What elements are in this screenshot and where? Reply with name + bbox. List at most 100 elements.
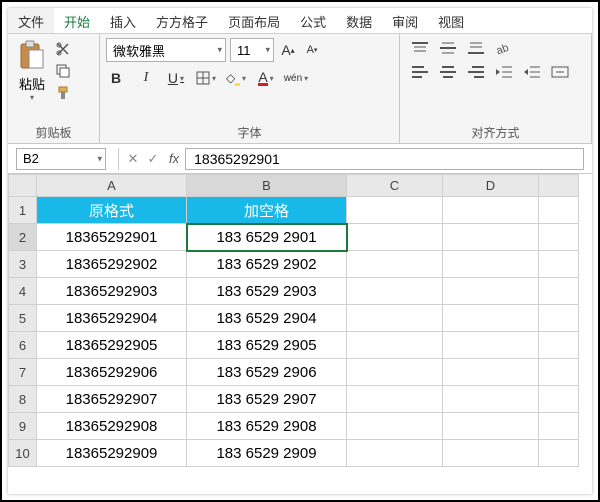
cell[interactable] [443, 359, 539, 386]
cell[interactable] [347, 440, 443, 467]
col-header-e[interactable] [539, 175, 579, 197]
cell[interactable] [347, 359, 443, 386]
decrease-indent-button[interactable] [494, 64, 514, 80]
tab-formulas[interactable]: 公式 [290, 8, 336, 33]
row-header[interactable]: 9 [9, 413, 37, 440]
cell[interactable]: 18365292902 [37, 251, 187, 278]
cell[interactable]: 183 6529 2909 [187, 440, 347, 467]
cell[interactable] [347, 386, 443, 413]
cell[interactable] [539, 305, 579, 332]
cell[interactable]: 18365292906 [37, 359, 187, 386]
cell[interactable] [443, 413, 539, 440]
cell[interactable]: 18365292904 [37, 305, 187, 332]
cell[interactable] [347, 305, 443, 332]
row-header[interactable]: 8 [9, 386, 37, 413]
copy-button[interactable] [54, 62, 72, 80]
worksheet-grid[interactable]: A B C D 1 原格式 加空格 2 18365292901 183 6529… [8, 174, 592, 494]
col-header-a[interactable]: A [37, 175, 187, 197]
phonetic-button[interactable]: wén [286, 68, 306, 88]
cell[interactable] [443, 278, 539, 305]
cell[interactable] [539, 332, 579, 359]
tab-data[interactable]: 数据 [336, 8, 382, 33]
underline-button[interactable]: U [166, 68, 186, 88]
cell[interactable]: 加空格 [187, 197, 347, 224]
cell[interactable]: 183 6529 2906 [187, 359, 347, 386]
row-header[interactable]: 2 [9, 224, 37, 251]
merge-button[interactable] [550, 64, 570, 80]
tab-view[interactable]: 视图 [428, 8, 474, 33]
align-right-button[interactable] [466, 64, 486, 80]
cancel-fx-button[interactable]: ✕ [123, 151, 143, 167]
row-header[interactable]: 5 [9, 305, 37, 332]
align-left-button[interactable] [410, 64, 430, 80]
cell[interactable] [347, 278, 443, 305]
tab-pagelayout[interactable]: 页面布局 [218, 8, 290, 33]
increase-font-button[interactable]: A▴ [278, 40, 298, 60]
cell[interactable]: 183 6529 2907 [187, 386, 347, 413]
tab-ffgz[interactable]: 方方格子 [146, 8, 218, 33]
cell[interactable] [539, 251, 579, 278]
cell[interactable] [539, 197, 579, 224]
font-name-select[interactable]: 微软雅黑 ▾ [106, 38, 226, 62]
cell[interactable] [539, 359, 579, 386]
cell[interactable] [347, 251, 443, 278]
row-header[interactable]: 6 [9, 332, 37, 359]
cell[interactable] [443, 305, 539, 332]
cell[interactable]: 18365292903 [37, 278, 187, 305]
tab-insert[interactable]: 插入 [100, 8, 146, 33]
name-box[interactable]: B2 ▾ [16, 148, 106, 170]
col-header-d[interactable]: D [443, 175, 539, 197]
align-bottom-button[interactable] [466, 40, 486, 56]
enter-fx-button[interactable]: ✓ [143, 151, 163, 167]
border-button[interactable] [196, 68, 216, 88]
select-all-corner[interactable] [9, 175, 37, 197]
cell[interactable] [539, 278, 579, 305]
cell[interactable]: 183 6529 2904 [187, 305, 347, 332]
cell[interactable]: 18365292905 [37, 332, 187, 359]
cell[interactable]: 原格式 [37, 197, 187, 224]
tab-file[interactable]: 文件 [8, 8, 54, 33]
col-header-b[interactable]: B [187, 175, 347, 197]
cell[interactable] [347, 413, 443, 440]
cell[interactable] [539, 386, 579, 413]
row-header[interactable]: 1 [9, 197, 37, 224]
cell[interactable] [539, 440, 579, 467]
cell[interactable]: 183 6529 2905 [187, 332, 347, 359]
format-painter-button[interactable] [54, 84, 72, 102]
cell[interactable] [443, 440, 539, 467]
italic-button[interactable]: I [136, 68, 156, 88]
decrease-font-button[interactable]: A▾ [302, 40, 322, 60]
row-header[interactable]: 4 [9, 278, 37, 305]
fx-icon[interactable]: fx [163, 151, 185, 166]
cell[interactable] [443, 197, 539, 224]
cell[interactable] [443, 332, 539, 359]
cell[interactable]: 18365292909 [37, 440, 187, 467]
row-header[interactable]: 7 [9, 359, 37, 386]
formula-bar[interactable]: 18365292901 [185, 148, 584, 170]
cut-button[interactable] [54, 40, 72, 58]
col-header-c[interactable]: C [347, 175, 443, 197]
cell[interactable] [539, 413, 579, 440]
cell[interactable] [539, 224, 579, 251]
align-top-button[interactable] [410, 40, 430, 56]
row-header[interactable]: 10 [9, 440, 37, 467]
paste-button[interactable]: 粘贴 ▾ [14, 38, 50, 104]
cell[interactable] [347, 197, 443, 224]
cell[interactable]: 183 6529 2902 [187, 251, 347, 278]
cell[interactable]: 18365292908 [37, 413, 187, 440]
cell[interactable] [347, 332, 443, 359]
align-middle-button[interactable] [438, 40, 458, 56]
cell[interactable] [443, 251, 539, 278]
fill-color-button[interactable]: ◇ [226, 68, 246, 88]
cell[interactable] [347, 224, 443, 251]
increase-indent-button[interactable] [522, 64, 542, 80]
tab-review[interactable]: 审阅 [382, 8, 428, 33]
orientation-button[interactable]: ab [494, 40, 514, 56]
bold-button[interactable]: B [106, 68, 126, 88]
align-center-button[interactable] [438, 64, 458, 80]
tab-home[interactable]: 开始 [54, 8, 100, 33]
cell[interactable] [443, 224, 539, 251]
font-size-select[interactable]: 11 ▾ [230, 38, 274, 62]
cell[interactable] [443, 386, 539, 413]
cell[interactable]: 18365292901 [37, 224, 187, 251]
